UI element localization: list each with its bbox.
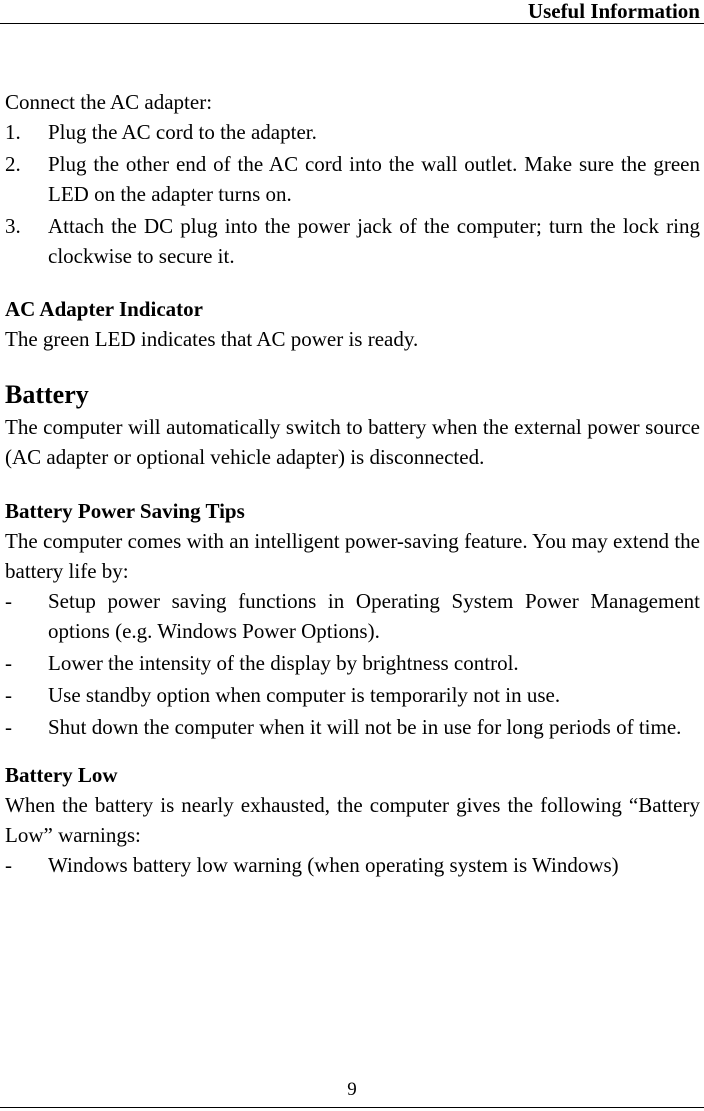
list-item: 2. Plug the other end of the AC cord int…	[5, 149, 700, 209]
list-number: 1.	[5, 120, 21, 144]
list-item-text: Windows battery low warning (when operat…	[48, 853, 619, 877]
list-item: 1. Plug the AC cord to the adapter.	[5, 117, 700, 147]
ac-adapter-indicator-section: AC Adapter Indicator The green LED indic…	[5, 294, 700, 354]
list-item: - Lower the intensity of the display by …	[5, 648, 700, 678]
list-dash: -	[5, 651, 12, 675]
section-body: The computer will automatically switch t…	[5, 415, 700, 469]
section-heading: Battery Power Saving Tips	[5, 499, 245, 523]
list-item: - Shut down the computer when it will no…	[5, 712, 700, 742]
list-item-text: Use standby option when computer is temp…	[48, 683, 561, 707]
list-item: - Use standby option when computer is te…	[5, 680, 700, 710]
list-item: - Setup power saving functions in Operat…	[5, 586, 700, 646]
connect-ac-adapter-section: Connect the AC adapter: 1. Plug the AC c…	[5, 87, 700, 271]
section-heading: Battery Low	[5, 763, 118, 787]
section-heading: Battery	[5, 380, 89, 409]
section-heading: AC Adapter Indicator	[5, 297, 203, 321]
header-rule	[0, 23, 704, 24]
power-saving-tips-list: - Setup power saving functions in Operat…	[5, 586, 700, 742]
battery-low-section: Battery Low When the battery is nearly e…	[5, 760, 700, 880]
page-number: 9	[347, 1079, 357, 1100]
battery-low-warnings-list: - Windows battery low warning (when oper…	[5, 850, 700, 880]
list-item-text: Plug the AC cord to the adapter.	[48, 120, 317, 144]
battery-power-saving-tips-section: Battery Power Saving Tips The computer c…	[5, 496, 700, 742]
list-item-text: Shut down the computer when it will not …	[48, 715, 682, 739]
section-body: The green LED indicates that AC power is…	[5, 327, 419, 351]
list-item-text: Lower the intensity of the display by br…	[48, 651, 519, 675]
section-body: When the battery is nearly exhausted, th…	[5, 793, 700, 847]
list-number: 3.	[5, 214, 21, 238]
connect-intro: Connect the AC adapter:	[5, 90, 213, 114]
list-dash: -	[5, 683, 12, 707]
footer-rule	[0, 1107, 704, 1108]
running-header-title: Useful Information	[527, 0, 700, 23]
list-dash: -	[5, 715, 12, 739]
list-item-text: Setup power saving functions in Operatin…	[48, 589, 700, 643]
list-item: - Windows battery low warning (when oper…	[5, 850, 700, 880]
section-body: The computer comes with an intelligent p…	[5, 529, 700, 583]
list-item-text: Plug the other end of the AC cord into t…	[48, 152, 700, 206]
list-number: 2.	[5, 152, 21, 176]
list-item: 3. Attach the DC plug into the power jac…	[5, 211, 700, 271]
page-body: Connect the AC adapter: 1. Plug the AC c…	[5, 87, 700, 882]
list-item-text: Attach the DC plug into the power jack o…	[48, 214, 700, 268]
list-dash: -	[5, 853, 12, 877]
list-dash: -	[5, 589, 12, 613]
battery-section: Battery The computer will automatically …	[5, 378, 700, 472]
connect-steps-list: 1. Plug the AC cord to the adapter. 2. P…	[5, 117, 700, 271]
